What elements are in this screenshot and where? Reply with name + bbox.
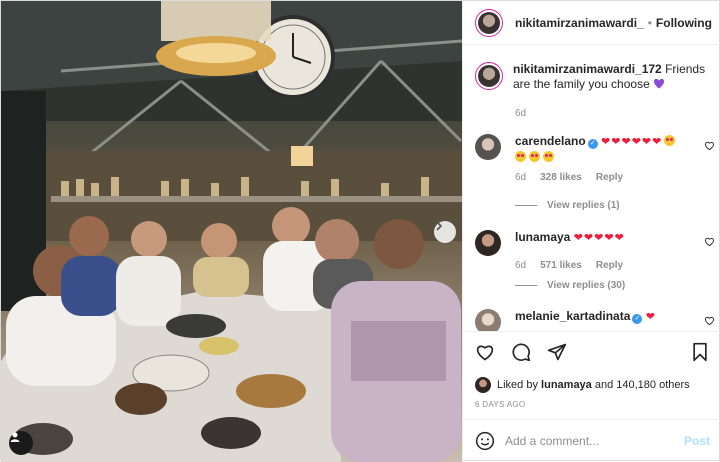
restaurant-scene-illustration <box>1 1 462 462</box>
comment-input[interactable] <box>505 434 665 448</box>
verified-badge-icon: ✓ <box>632 314 643 324</box>
caption-author-avatar[interactable] <box>475 62 503 90</box>
liked-by-summary: Liked by lunamaya and 140,180 others <box>475 377 690 393</box>
comment-text: ❤ <box>645 311 656 323</box>
author-avatar[interactable] <box>475 8 503 37</box>
replies-divider <box>515 285 537 286</box>
follow-status-button[interactable]: Following <box>656 16 712 30</box>
comment-item: carendelano ✓ ❤❤❤❤❤❤ 6d 328 likes Reply <box>475 134 715 183</box>
next-image-button[interactable] <box>434 221 456 243</box>
share-paper-plane-icon[interactable] <box>547 342 567 362</box>
author-username[interactable]: nikitamirzanimawardi_ <box>515 16 644 30</box>
comment-text: ❤❤❤❤❤❤ <box>601 136 663 148</box>
comment-text-block: carendelano ✓ ❤❤❤❤❤❤ <box>515 134 700 165</box>
comment-item: melanie_kartadinata ✓ ❤ <box>475 309 715 331</box>
liked-by-prefix: Liked by <box>497 379 538 391</box>
view-replies-label: View replies (30) <box>547 280 626 291</box>
comment-text: ❤❤❤❤❤ <box>573 232 625 244</box>
post-date: 6 DAYS AGO <box>475 400 526 409</box>
comment-reply-button[interactable]: Reply <box>596 260 623 271</box>
view-replies-button[interactable]: View replies (30) <box>515 280 625 291</box>
like-comment-heart-icon[interactable] <box>704 315 715 326</box>
purple-heart-icon <box>654 78 665 89</box>
caption-text-block: nikitamirzanimawardi_172 Friends are the… <box>513 62 708 92</box>
liked-by-username[interactable]: lunamaya <box>541 379 592 391</box>
commenter-avatar[interactable] <box>475 230 501 256</box>
post-header: nikitamirzanimawardi_ • Following <box>463 1 720 45</box>
comment-username[interactable]: melanie_kartadinata <box>515 309 630 323</box>
verified-badge-icon: ✓ <box>587 139 598 149</box>
comment-username[interactable]: carendelano <box>515 134 586 148</box>
comment-bubble-icon[interactable] <box>511 342 531 362</box>
commenter-avatar[interactable] <box>475 309 501 331</box>
save-bookmark-icon[interactable] <box>690 342 710 362</box>
instagram-post: nikitamirzanimawardi_ • Following nikita… <box>0 0 720 462</box>
caption-username[interactable]: nikitamirzanimawardi_172 <box>513 62 662 76</box>
post-comment-button[interactable]: Post <box>684 434 710 448</box>
comment-meta: 6d 571 likes Reply <box>515 260 715 271</box>
comment-likes[interactable]: 571 likes <box>540 260 582 271</box>
comment-timestamp: 6d <box>515 260 527 271</box>
comment-username[interactable]: lunamaya <box>515 230 570 244</box>
comment-reply-button[interactable]: Reply <box>596 172 623 183</box>
like-comment-heart-icon[interactable] <box>704 140 715 151</box>
comments-list: nikitamirzanimawardi_172 Friends are the… <box>463 46 720 331</box>
post-photo[interactable] <box>1 1 462 462</box>
comment-meta: 6d 328 likes Reply <box>515 172 715 183</box>
heart-eyes-emoji-icon <box>515 151 526 162</box>
post-details-panel: nikitamirzanimawardi_ • Following nikita… <box>462 1 720 462</box>
view-replies-label: View replies (1) <box>547 200 620 211</box>
comment-text-block: lunamaya ❤❤❤❤❤ <box>515 230 700 256</box>
action-icons <box>475 342 567 362</box>
tagged-users-button[interactable] <box>9 431 33 455</box>
comment-text-block: melanie_kartadinata ✓ ❤ <box>515 309 700 331</box>
liked-by-count[interactable]: and 140,180 others <box>595 379 690 391</box>
heart-eyes-emoji-icon <box>543 151 554 162</box>
replies-divider <box>515 205 537 206</box>
like-heart-icon[interactable] <box>475 342 495 362</box>
like-comment-heart-icon[interactable] <box>704 236 715 247</box>
view-replies-button[interactable]: View replies (1) <box>515 200 620 211</box>
post-caption: nikitamirzanimawardi_172 Friends are the… <box>475 62 715 119</box>
comment-timestamp: 6d <box>515 172 527 183</box>
user-tag-icon <box>10 432 20 442</box>
post-actions: Liked by lunamaya and 140,180 others 6 D… <box>463 331 720 411</box>
chevron-right-icon <box>436 221 443 231</box>
liker-avatar[interactable] <box>475 377 491 393</box>
heart-eyes-emoji-icon <box>664 135 676 146</box>
separator-dot: • <box>647 15 652 30</box>
comment-composer: Post <box>463 419 720 462</box>
comment-item: lunamaya ❤❤❤❤❤ 6d 571 likes Reply <box>475 230 715 271</box>
emoji-smiley-icon[interactable] <box>475 431 495 451</box>
heart-eyes-emoji-icon <box>529 151 540 162</box>
comment-likes[interactable]: 328 likes <box>540 172 582 183</box>
caption-timestamp: 6d <box>515 108 527 119</box>
commenter-avatar[interactable] <box>475 134 501 160</box>
